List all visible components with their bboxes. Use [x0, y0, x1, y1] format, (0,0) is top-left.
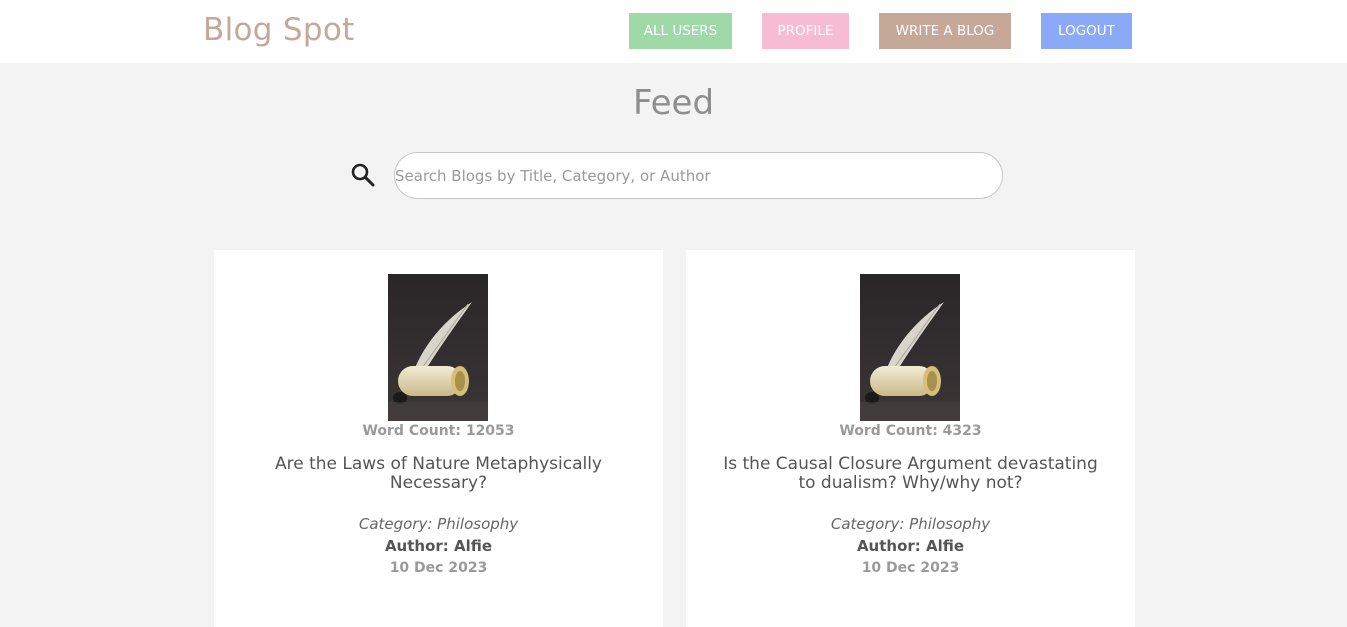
word-count: Word Count: 4323 [839, 423, 982, 439]
word-count: Word Count: 12053 [362, 423, 515, 439]
write-blog-button[interactable]: WRITE A BLOG [879, 13, 1011, 49]
quill-scroll-image[interactable] [860, 274, 960, 421]
blog-author: Author: Alfie [856, 537, 965, 555]
blog-author: Author: Alfie [384, 537, 493, 555]
page-title: Feed [632, 83, 715, 123]
all-users-button[interactable]: ALL USERS [629, 13, 732, 49]
blog-category: Category: Philosophy [358, 515, 519, 533]
search-icon[interactable] [350, 162, 376, 188]
search-input[interactable] [394, 152, 1003, 199]
blog-title[interactable]: Are the Laws of Nature Metaphysically Ne… [244, 455, 633, 493]
blog-card[interactable]: Word Count: 4323 Is the Causal Closure A… [686, 250, 1135, 627]
blog-date: 10 Dec 2023 [861, 560, 960, 576]
blog-card[interactable]: Word Count: 12053 Are the Laws of Nature… [214, 250, 663, 627]
top-navbar: Blog Spot ALL USERS PROFILE WRITE A BLOG… [0, 0, 1347, 63]
quill-scroll-image[interactable] [388, 274, 488, 421]
blog-category: Category: Philosophy [830, 515, 991, 533]
logout-button[interactable]: LOGOUT [1041, 13, 1132, 49]
blog-title[interactable]: Is the Causal Closure Argument devastati… [716, 455, 1105, 493]
profile-button[interactable]: PROFILE [762, 13, 849, 49]
brand-logo[interactable]: Blog Spot [203, 12, 355, 48]
blog-date: 10 Dec 2023 [389, 560, 488, 576]
